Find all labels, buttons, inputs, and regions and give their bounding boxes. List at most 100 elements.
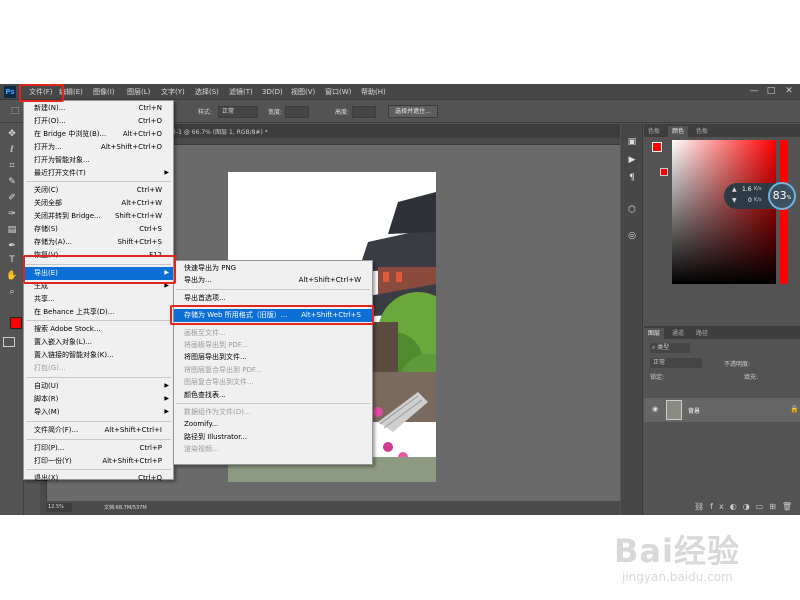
file-menu-item[interactable]: 恢复(V) F12 — [24, 249, 173, 262]
menu-separator — [26, 263, 171, 265]
file-menu-item-label: 关闭(C) — [34, 186, 59, 195]
tab-paths[interactable]: 路径 — [692, 328, 712, 339]
file-menu-item[interactable]: 导出(E) ▶ — [24, 266, 173, 280]
file-menu-item[interactable]: 自动(U) ▶ — [24, 380, 173, 393]
foreground-color[interactable] — [652, 142, 662, 152]
export-menu-item[interactable]: 存储为 Web 所用格式（旧版）... Alt+Shift+Ctrl+S — [174, 309, 372, 322]
file-menu-item[interactable]: 共享... — [24, 293, 173, 306]
brush-settings-icon[interactable]: ¶ — [625, 172, 639, 185]
file-menu-item[interactable]: 脚本(R) ▶ — [24, 393, 173, 406]
file-menu-item-shortcut: Alt+Ctrl+W — [121, 199, 162, 208]
file-menu-item[interactable]: 置入链接的智能对象(K)... — [24, 349, 173, 362]
export-menu-item[interactable]: 路径到 Illustrator... — [174, 431, 372, 443]
file-menu-item[interactable]: 打开为智能对象... — [24, 154, 173, 167]
style-select[interactable]: 正常 — [218, 106, 258, 118]
move-tool-icon[interactable]: ✥ — [5, 128, 19, 141]
file-menu-item[interactable]: 打印一份(Y) Alt+Shift+Ctrl+P — [24, 455, 173, 468]
lock-icon: 🔒 — [790, 405, 799, 413]
tab-channels[interactable]: 通道 — [668, 328, 688, 339]
menu-3d[interactable]: 3D(D) — [259, 84, 286, 100]
menu-layer[interactable]: 图层(L) — [124, 84, 153, 100]
export-menu-item[interactable]: 导出为... Alt+Shift+Ctrl+W — [174, 274, 372, 286]
tab-swatches-2[interactable]: 色板 — [692, 126, 712, 137]
download-unit: K/s — [754, 197, 762, 203]
eyedropper-tool-icon[interactable]: ✎ — [5, 176, 19, 189]
file-menu-item[interactable]: 关闭并转到 Bridge... Shift+Ctrl+W — [24, 210, 173, 223]
properties-icon[interactable]: ◎ — [625, 230, 639, 243]
close-icon[interactable]: ✕ — [784, 86, 794, 96]
stamp-tool-icon[interactable]: ✑ — [5, 208, 19, 221]
submenu-arrow-icon: ▶ — [164, 168, 169, 176]
tab-layers[interactable]: 图层 — [644, 328, 665, 339]
file-menu-item-label: 共享... — [34, 294, 55, 303]
file-menu-item[interactable]: 退出(X) Ctrl+Q — [24, 472, 173, 485]
file-menu-item[interactable]: 存储(S) Ctrl+S — [24, 223, 173, 236]
maximize-icon[interactable]: □ — [766, 86, 776, 96]
foreground-color-swatch[interactable] — [10, 317, 22, 329]
export-menu-item[interactable]: 将图层导出到文件... — [174, 351, 372, 363]
export-menu-item[interactable]: Zoomify... — [174, 418, 372, 430]
zoom-tool-icon[interactable]: ⌕ — [5, 286, 19, 299]
minimize-icon[interactable]: — — [749, 86, 759, 96]
tab-color[interactable]: 颜色 — [668, 126, 689, 137]
file-menu-item-label: 新建(N)... — [34, 104, 66, 112]
color-picker-field[interactable] — [672, 140, 790, 284]
file-menu-item[interactable]: 在 Bridge 中浏览(B)... Alt+Ctrl+O — [24, 128, 173, 141]
zoom-level[interactable]: 12.5% — [46, 503, 72, 512]
file-menu-item-label: 存储为(A)... — [34, 238, 72, 246]
width-input[interactable] — [285, 106, 309, 118]
quick-mask-icon[interactable] — [3, 337, 15, 347]
type-tool-icon[interactable]: T — [5, 254, 19, 267]
crop-tool-icon[interactable]: ⌗ — [5, 160, 19, 173]
file-menu-item[interactable]: 置入嵌入对象(L)... — [24, 336, 173, 349]
layer-filter-select[interactable]: ⌕ 类型 — [650, 343, 690, 353]
file-menu-item[interactable]: 搜索 Adobe Stock... — [24, 323, 173, 336]
file-menu-item-label: 存储(S) — [34, 225, 58, 234]
lasso-tool-icon[interactable]: ℓ — [5, 144, 19, 157]
file-menu-item[interactable]: 导入(M) ▶ — [24, 406, 173, 419]
file-menu-item[interactable]: 关闭全部 Alt+Ctrl+W — [24, 197, 173, 210]
visibility-eye-icon[interactable]: ◉ — [652, 405, 658, 413]
export-menu-item[interactable]: 颜色查找表... — [174, 389, 372, 401]
file-menu-item[interactable]: 新建(N)... Ctrl+N — [24, 102, 173, 115]
menu-separator — [26, 420, 171, 422]
file-menu-item[interactable]: 打开(O)... Ctrl+O — [24, 115, 173, 128]
layer-row[interactable]: ◉ 背景 🔒 — [644, 398, 800, 422]
menu-file[interactable]: 文件(F) — [26, 84, 56, 100]
file-menu-item[interactable]: 打印(P)... Ctrl+P — [24, 442, 173, 455]
history-icon[interactable]: ▣ — [625, 136, 639, 149]
blend-mode-select[interactable]: 正常 — [650, 358, 702, 368]
file-menu-item[interactable]: 文件简介(F)... Alt+Shift+Ctrl+I — [24, 424, 173, 437]
export-menu-item[interactable]: 导出首选项... — [174, 292, 372, 304]
hand-tool-icon[interactable]: ✋ — [5, 270, 19, 283]
tab-swatches[interactable]: 色板 — [644, 126, 664, 137]
file-menu-item[interactable]: 最近打开文件(T) ▶ — [24, 167, 173, 180]
marquee-tool-icon[interactable]: ⬚ — [8, 105, 22, 118]
file-menu-item-shortcut: Ctrl+S — [139, 225, 162, 234]
export-menu-item-label: 渲染视频... — [184, 445, 219, 454]
pen-tool-icon[interactable]: ✒ — [5, 240, 19, 253]
file-menu-item-shortcut: Ctrl+Q — [138, 474, 162, 483]
menu-image[interactable]: 图像(I) — [90, 84, 118, 100]
file-menu-item[interactable]: 在 Behance 上共享(D)... — [24, 306, 173, 319]
menu-help[interactable]: 帮助(H) — [358, 84, 389, 100]
menu-type[interactable]: 文字(Y) — [158, 84, 188, 100]
menu-filter[interactable]: 滤镜(T) — [226, 84, 256, 100]
file-menu-item[interactable]: 关闭(C) Ctrl+W — [24, 184, 173, 197]
file-menu-item[interactable]: 生成 ▶ — [24, 280, 173, 293]
menu-window[interactable]: 窗口(W) — [322, 84, 354, 100]
play-icon[interactable]: ▶ — [625, 154, 639, 167]
menu-view[interactable]: 视图(V) — [288, 84, 318, 100]
watermark: Bai经验 jingyan.baidu.com — [612, 522, 800, 592]
file-menu-item[interactable]: 打开为... Alt+Shift+Ctrl+O — [24, 141, 173, 154]
brush-tool-icon[interactable]: ✐ — [5, 192, 19, 205]
height-input[interactable] — [352, 106, 376, 118]
select-and-mask-button[interactable]: 选择并遮住... — [388, 105, 438, 118]
3d-icon[interactable]: ⬡ — [625, 204, 639, 217]
gradient-tool-icon[interactable]: ▤ — [5, 224, 19, 237]
menu-edit[interactable]: 编辑(E) — [56, 84, 86, 100]
export-menu-item[interactable]: 快速导出为 PNG — [174, 262, 372, 274]
menu-select[interactable]: 选择(S) — [192, 84, 222, 100]
file-menu-item[interactable]: 存储为(A)... Shift+Ctrl+S — [24, 236, 173, 249]
layer-actions-bar[interactable]: ⛓fx◐◑▭⊞🗑 — [694, 502, 798, 511]
